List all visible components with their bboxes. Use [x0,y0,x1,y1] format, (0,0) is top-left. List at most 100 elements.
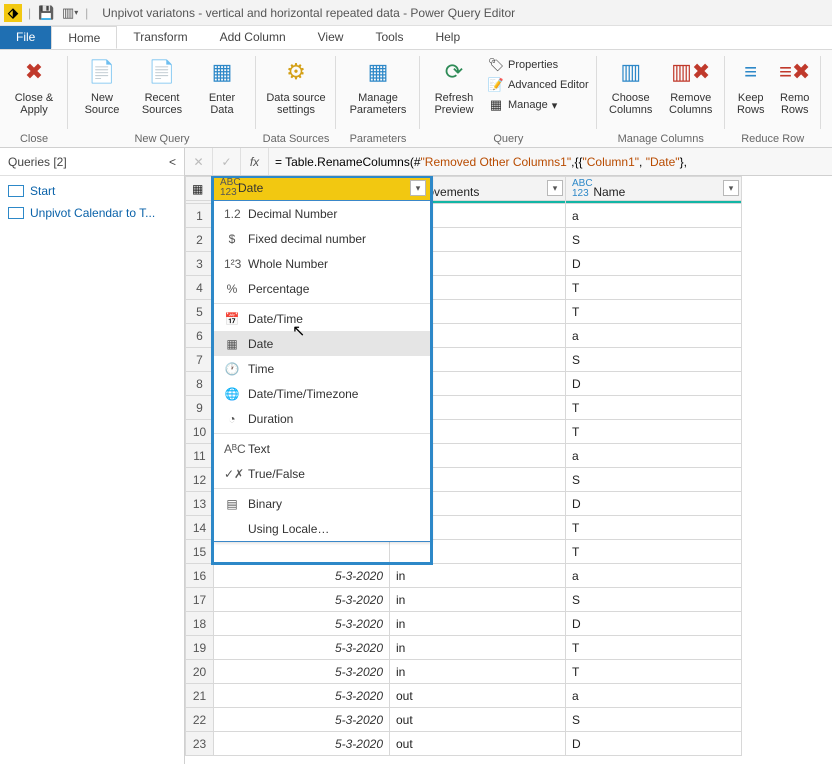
cell-name[interactable]: a [566,324,742,348]
close-apply-button[interactable]: ✖ Close & Apply [6,54,62,116]
manage-parameters-button[interactable]: ▦ Manage Parameters [342,54,414,116]
cell-movements[interactable]: in [390,636,566,660]
cell-name[interactable]: D [566,732,742,756]
new-source-button[interactable]: 📄 New Source [74,54,130,116]
type-menu-header[interactable]: ABC 123 Date ▾ [214,176,430,201]
cell-name[interactable]: T [566,636,742,660]
table-row[interactable]: 195-3-2020inT [186,636,742,660]
table-row[interactable]: 15T [186,540,742,564]
table-row[interactable]: 235-3-2020outD [186,732,742,756]
remove-rows-button[interactable]: ≡✖ Remo Rows [775,54,815,116]
cell-name[interactable]: D [566,372,742,396]
table-row[interactable]: 185-3-2020inD [186,612,742,636]
type-menu-item[interactable]: 🕐Time [214,356,430,381]
row-number[interactable]: 6 [186,324,214,348]
formula-cancel[interactable]: ✕ [185,148,213,175]
collapse-icon[interactable]: < [169,155,176,169]
row-number[interactable]: 7 [186,348,214,372]
advanced-editor-button[interactable]: 📝Advanced Editor [486,76,591,94]
cell-date[interactable]: 5-3-2020 [214,660,390,684]
cell-name[interactable]: S [566,588,742,612]
cell-name[interactable]: D [566,492,742,516]
tab-addcolumn[interactable]: Add Column [204,26,302,49]
cell-date[interactable]: 5-3-2020 [214,708,390,732]
remove-columns-button[interactable]: ▥✖ Remove Columns [663,54,719,116]
cell-name[interactable]: S [566,228,742,252]
cell-name[interactable]: T [566,396,742,420]
type-menu-item[interactable]: 🌐Date/Time/Timezone [214,381,430,406]
recent-sources-button[interactable]: 📄 Recent Sources [134,54,190,116]
row-number[interactable]: 12 [186,468,214,492]
type-menu-item[interactable]: ✓✗True/False [214,461,430,486]
cell-date[interactable] [214,540,390,564]
type-menu-item[interactable]: 1.2Decimal Number [214,201,430,226]
type-menu-item[interactable]: ▦Date [214,331,430,356]
type-menu-item[interactable]: ▤Binary [214,491,430,516]
type-menu-item[interactable]: 1²3Whole Number [214,251,430,276]
row-number[interactable]: 17 [186,588,214,612]
row-number[interactable]: 9 [186,396,214,420]
row-number[interactable]: 15 [186,540,214,564]
cell-date[interactable]: 5-3-2020 [214,612,390,636]
type-menu-item[interactable]: %Percentage [214,276,430,301]
query-item-start[interactable]: Start [0,180,184,202]
column-filter-dropdown[interactable]: ▾ [547,180,563,196]
row-number[interactable]: 21 [186,684,214,708]
cell-date[interactable]: 5-3-2020 [214,684,390,708]
type-menu-drop[interactable]: ▾ [410,180,426,196]
tab-transform[interactable]: Transform [117,26,203,49]
keep-rows-button[interactable]: ≡ Keep Rows [731,54,771,116]
row-number[interactable]: 19 [186,636,214,660]
tab-tools[interactable]: Tools [359,26,419,49]
type-menu-item[interactable]: 📅Date/Time [214,306,430,331]
cell-name[interactable]: D [566,252,742,276]
cell-movements[interactable]: in [390,564,566,588]
corner-cell[interactable]: ▦ [186,177,214,201]
cell-name[interactable]: a [566,684,742,708]
cell-date[interactable]: 5-3-2020 [214,564,390,588]
row-number[interactable]: 23 [186,732,214,756]
cell-movements[interactable]: out [390,684,566,708]
type-icon-abc123[interactable]: ABC 123 [572,179,590,199]
row-number[interactable]: 20 [186,660,214,684]
refresh-preview-button[interactable]: ⟳ Refresh Preview [426,54,482,116]
manage-button[interactable]: ▦Manage ▾ [486,96,591,114]
cell-name[interactable]: a [566,444,742,468]
type-menu-item[interactable]: $Fixed decimal number [214,226,430,251]
row-number[interactable]: 13 [186,492,214,516]
cell-date[interactable]: 5-3-2020 [214,636,390,660]
data-source-settings-button[interactable]: ⚙ Data source settings [262,54,330,116]
cell-name[interactable]: a [566,564,742,588]
table-row[interactable]: 205-3-2020inT [186,660,742,684]
cell-name[interactable]: T [566,660,742,684]
cell-movements[interactable]: out [390,732,566,756]
cell-name[interactable]: S [566,708,742,732]
row-number[interactable]: 8 [186,372,214,396]
type-menu-item[interactable]: AᴮCText [214,436,430,461]
row-number[interactable]: 22 [186,708,214,732]
cell-date[interactable]: 5-3-2020 [214,588,390,612]
enter-data-button[interactable]: ▦ Enter Data [194,54,250,116]
row-number[interactable]: 5 [186,300,214,324]
cell-movements[interactable] [390,540,566,564]
properties-button[interactable]: 🏷Properties [486,56,591,74]
tab-view[interactable]: View [302,26,360,49]
row-number[interactable]: 14 [186,516,214,540]
fx-icon[interactable]: fx [241,148,269,175]
cell-date[interactable]: 5-3-2020 [214,732,390,756]
column-filter-dropdown[interactable]: ▾ [723,180,739,196]
choose-columns-button[interactable]: ▥ Choose Columns [603,54,659,116]
qat-icon[interactable]: ▥▾ [61,4,79,22]
table-row[interactable]: 165-3-2020ina [186,564,742,588]
query-item-unpivot[interactable]: Unpivot Calendar to T... [0,202,184,224]
tab-home[interactable]: Home [51,26,117,49]
formula-commit[interactable]: ✓ [213,148,241,175]
cell-movements[interactable]: in [390,588,566,612]
cell-name[interactable]: a [566,204,742,228]
row-number[interactable]: 4 [186,276,214,300]
row-number[interactable]: 18 [186,612,214,636]
cell-name[interactable]: T [566,300,742,324]
tab-help[interactable]: Help [419,26,476,49]
row-number[interactable]: 1 [186,204,214,228]
cell-movements[interactable]: out [390,708,566,732]
